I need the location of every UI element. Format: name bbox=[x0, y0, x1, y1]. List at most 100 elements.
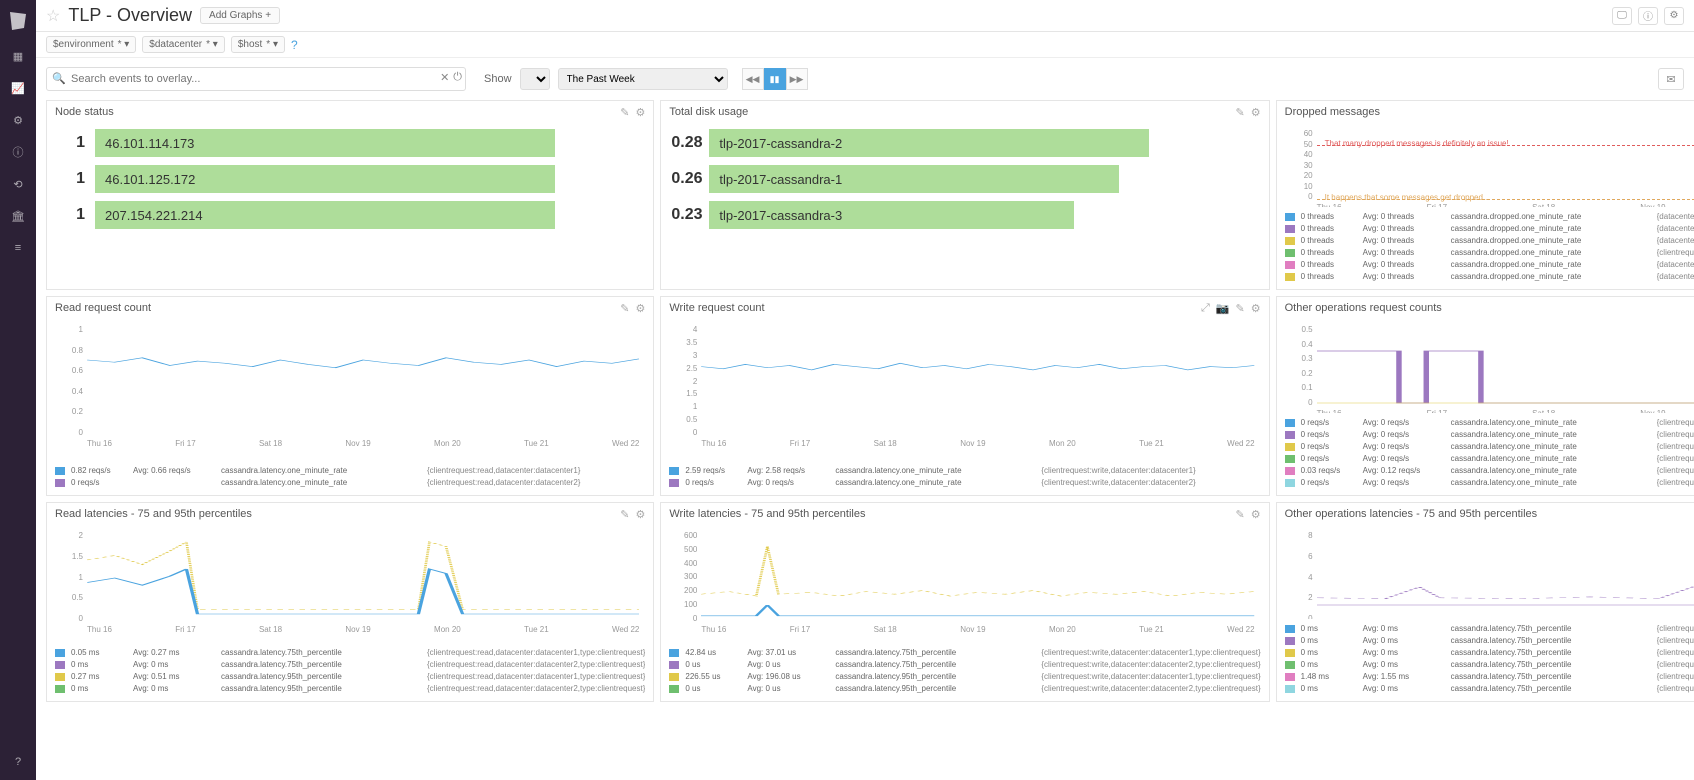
power-icon[interactable]: ⏻ bbox=[453, 71, 462, 84]
legend-row: 0 threadsAvg: 0 threadscassandra.dropped… bbox=[1285, 235, 1694, 247]
var-environment[interactable]: $environment* ▾ bbox=[46, 36, 136, 53]
legend-row: 2.59 reqs/sAvg: 2.58 reqs/scassandra.lat… bbox=[669, 465, 1260, 477]
warn-annotation: It happens that some messages get droppe… bbox=[1325, 193, 1490, 202]
forward-button[interactable]: ▶▶ bbox=[786, 68, 808, 90]
legend-row: 0.82 reqs/sAvg: 0.66 reqs/scassandra.lat… bbox=[55, 465, 645, 477]
gear-icon[interactable]: ⚙ bbox=[636, 106, 646, 119]
panel-title: Total disk usage bbox=[669, 106, 748, 118]
pencil-icon[interactable]: ✎ bbox=[620, 106, 629, 119]
legend-row: 0 threadsAvg: 0 threadscassandra.dropped… bbox=[1285, 211, 1694, 223]
panel-disk-usage: Total disk usage ✎ ⚙ 0.28 tlp-2017-cassandr… bbox=[660, 100, 1269, 290]
sidebar: ▦ 📈 ⚙ ⓘ ⟲ 🏛 ≡ ? bbox=[0, 0, 36, 780]
panel-title: Other operations request counts bbox=[1285, 302, 1442, 314]
status-value: 1 bbox=[57, 134, 85, 152]
var-host[interactable]: $host* ▾ bbox=[231, 36, 285, 53]
legend-row: 0 reqs/sAvg: 0 reqs/scassandra.latency.o… bbox=[1285, 429, 1694, 441]
camera-icon[interactable]: 📷 bbox=[1216, 302, 1230, 315]
search-input[interactable] bbox=[46, 67, 466, 91]
envelope-icon[interactable]: ✉ bbox=[1658, 68, 1684, 90]
panel-title: Node status bbox=[55, 106, 114, 118]
integrations-icon[interactable]: 🏛 bbox=[10, 208, 26, 224]
legend-row: 226.55 usAvg: 196.08 uscassandra.latency… bbox=[669, 671, 1260, 683]
status-value: 0.28 bbox=[671, 134, 699, 152]
gear-icon[interactable]: ⚙ bbox=[1251, 508, 1261, 521]
metrics-icon[interactable]: 📈 bbox=[10, 80, 26, 96]
time-preset-select[interactable]: 1w bbox=[520, 68, 550, 90]
show-label: Show bbox=[484, 73, 512, 85]
legend-row: 0 threadsAvg: 0 threadscassandra.dropped… bbox=[1285, 259, 1694, 271]
legend-row: 0 reqs/sAvg: 0 reqs/scassandra.latency.o… bbox=[1285, 441, 1694, 453]
logs-icon[interactable]: ≡ bbox=[10, 240, 26, 256]
pencil-icon[interactable]: ✎ bbox=[1236, 508, 1245, 521]
search-icon: 🔍 bbox=[52, 72, 66, 85]
gear-icon[interactable]: ⚙ bbox=[1664, 7, 1684, 25]
gear-icon[interactable]: ⚙ bbox=[636, 508, 646, 521]
status-bar: 46.101.114.173 bbox=[95, 129, 555, 157]
legend-row: 0 msAvg: 0 mscassandra.latency.75th_perc… bbox=[1285, 683, 1694, 695]
panel-write-latency: Write latencies - 75 and 95th percentile… bbox=[660, 502, 1269, 702]
pencil-icon[interactable]: ✎ bbox=[1236, 106, 1245, 119]
expand-icon[interactable]: ⤢ bbox=[1201, 302, 1210, 315]
legend-row: 0.05 msAvg: 0.27 mscassandra.latency.75t… bbox=[55, 647, 645, 659]
rewind-button[interactable]: ◀◀ bbox=[742, 68, 764, 90]
infra-icon[interactable]: ⚙ bbox=[10, 112, 26, 128]
dashboard-grid: Node status✎⚙ 146.101.114.173146.101.125… bbox=[36, 94, 1694, 780]
status-bar: tlp-2017-cassandra-1 bbox=[709, 165, 1119, 193]
panel-title: Other operations latencies - 75 and 95th… bbox=[1285, 508, 1538, 520]
panel-title: Write latencies - 75 and 95th percentile… bbox=[669, 508, 865, 520]
help-icon[interactable]: ? bbox=[291, 38, 298, 52]
status-bar: tlp-2017-cassandra-3 bbox=[709, 201, 1074, 229]
legend-row: 0 usAvg: 0 uscassandra.latency.95th_perc… bbox=[669, 683, 1260, 695]
clear-icon[interactable]: ✕ bbox=[440, 71, 449, 84]
gear-icon[interactable]: ⚙ bbox=[636, 302, 646, 315]
tv-icon[interactable]: 🖵 bbox=[1612, 7, 1632, 25]
legend-row: 0 msAvg: 0 mscassandra.latency.95th_perc… bbox=[55, 683, 645, 695]
status-bar: 46.101.125.172 bbox=[95, 165, 555, 193]
info-icon[interactable]: ⓘ bbox=[1638, 7, 1658, 25]
pause-button[interactable]: ▮▮ bbox=[764, 68, 786, 90]
panel-read-count: Read request count✎⚙ 10.80.60.40.20 Thu … bbox=[46, 296, 654, 496]
apm-icon[interactable]: ⟲ bbox=[10, 176, 26, 192]
status-row: 0.26 tlp-2017-cassandra-1 bbox=[671, 165, 1258, 193]
status-row: 1 207.154.221.214 bbox=[57, 201, 643, 229]
panel-title: Read latencies - 75 and 95th percentiles bbox=[55, 508, 252, 520]
legend-row: 0 threadsAvg: 0 threadscassandra.dropped… bbox=[1285, 247, 1694, 259]
alert-annotation: That many dropped messages is definitely… bbox=[1325, 139, 1509, 148]
legend-row: 0 reqs/scassandra.latency.one_minute_rat… bbox=[55, 477, 645, 489]
panel-other-count: Other operations request counts✎⚙ 0.50.4… bbox=[1276, 296, 1694, 496]
legend-row: 42.84 usAvg: 37.01 uscassandra.latency.7… bbox=[669, 647, 1260, 659]
status-value: 0.26 bbox=[671, 170, 699, 188]
legend-row: 0 msAvg: 0 mscassandra.latency.75th_perc… bbox=[1285, 623, 1694, 635]
status-row: 146.101.125.172 bbox=[57, 165, 643, 193]
legend-row: 0 msAvg: 0 mscassandra.latency.75th_perc… bbox=[1285, 659, 1694, 671]
help-icon[interactable]: ? bbox=[10, 754, 26, 770]
status-value: 1 bbox=[57, 206, 85, 224]
datadog-logo[interactable] bbox=[6, 8, 30, 32]
pencil-icon[interactable]: ✎ bbox=[620, 302, 629, 315]
panel-title: Write request count bbox=[669, 302, 764, 314]
star-icon[interactable]: ☆ bbox=[46, 6, 60, 26]
dashboard-icon[interactable]: ▦ bbox=[10, 48, 26, 64]
gear-icon[interactable]: ⚙ bbox=[1251, 302, 1261, 315]
panel-dropped-messages: Dropped messages✎⚙ 6050403020100 That ma… bbox=[1276, 100, 1694, 290]
legend-row: 0 msAvg: 0 mscassandra.latency.75th_perc… bbox=[1285, 647, 1694, 659]
pencil-icon[interactable]: ✎ bbox=[620, 508, 629, 521]
page-title: TLP - Overview bbox=[68, 5, 192, 26]
header: ☆ TLP - Overview Add Graphs + 🖵 ⓘ ⚙ bbox=[36, 0, 1694, 32]
status-bar: 207.154.221.214 bbox=[95, 201, 555, 229]
panel-title: Read request count bbox=[55, 302, 151, 314]
status-row: 0.23tlp-2017-cassandra-3 bbox=[671, 201, 1258, 229]
monitors-icon[interactable]: ⓘ bbox=[10, 144, 26, 160]
control-bar: 🔍 ✕ ⏻ Show 1w The Past Week ◀◀ ▮▮ ▶▶ ✉ bbox=[36, 64, 1694, 94]
time-range-select[interactable]: The Past Week bbox=[558, 68, 728, 90]
var-datacenter[interactable]: $datacenter* ▾ bbox=[142, 36, 225, 53]
legend-row: 0 reqs/sAvg: 0 reqs/scassandra.latency.o… bbox=[1285, 417, 1694, 429]
add-graphs-button[interactable]: Add Graphs + bbox=[200, 7, 280, 24]
panel-read-latency: Read latencies - 75 and 95th percentiles… bbox=[46, 502, 654, 702]
pencil-icon[interactable]: ✎ bbox=[1236, 302, 1245, 315]
panel-title: Dropped messages bbox=[1285, 106, 1380, 118]
variable-bar: $environment* ▾ $datacenter* ▾ $host* ▾ … bbox=[36, 32, 1694, 58]
gear-icon[interactable]: ⚙ bbox=[1251, 106, 1261, 119]
panel-write-count: Write request count⤢📷✎⚙ 43.532.521.510.5… bbox=[660, 296, 1269, 496]
legend-row: 0 reqs/sAvg: 0 reqs/scassandra.latency.o… bbox=[669, 477, 1260, 489]
